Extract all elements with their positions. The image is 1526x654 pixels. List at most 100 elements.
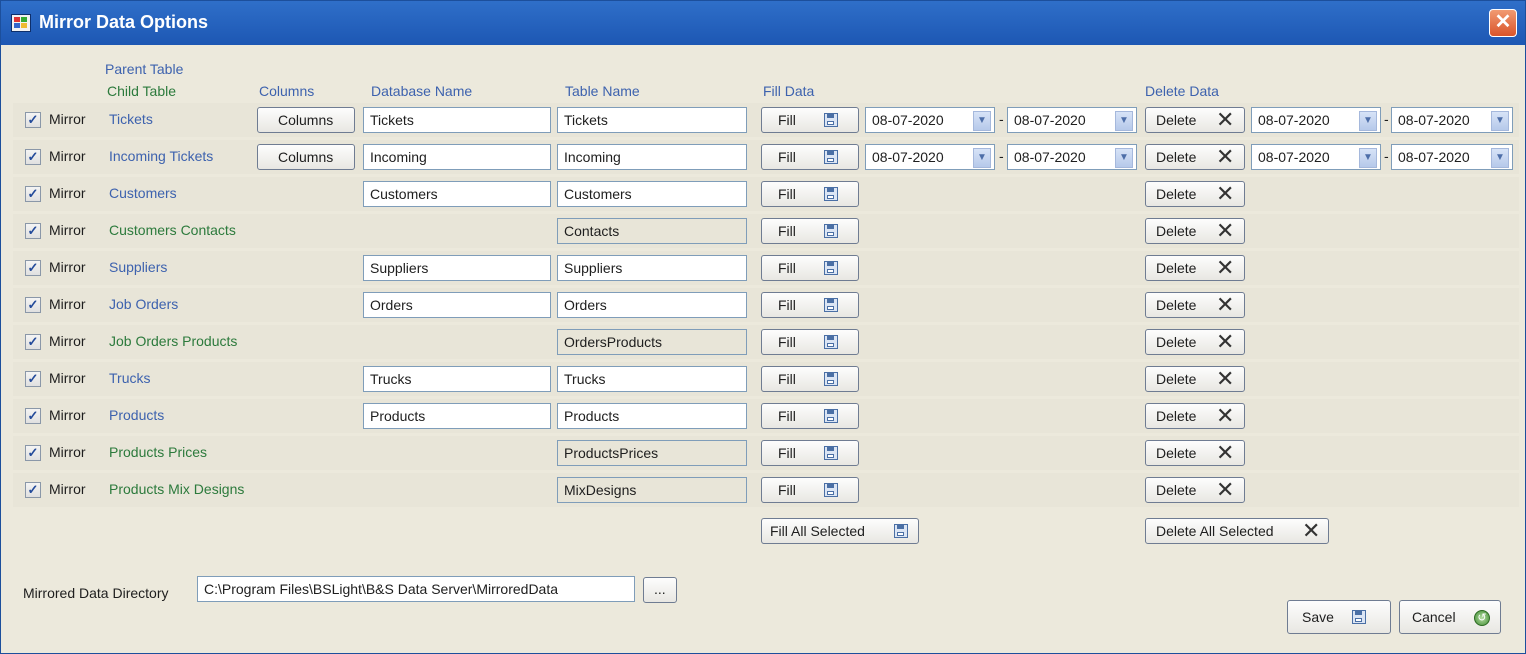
delete-button[interactable]: Delete ✕ bbox=[1145, 181, 1245, 207]
mirror-checkbox[interactable]: ✓ bbox=[25, 371, 41, 387]
fill-from-date-picker[interactable]: 08-07-2020 ▼ bbox=[865, 107, 995, 133]
x-icon: ✕ bbox=[1216, 107, 1235, 132]
table-name-input[interactable]: Trucks bbox=[557, 366, 747, 392]
chevron-down-icon[interactable]: ▼ bbox=[1491, 148, 1509, 168]
fill-button-label: Fill bbox=[778, 408, 796, 424]
mirror-checkbox[interactable]: ✓ bbox=[25, 112, 41, 128]
fill-button[interactable]: Fill bbox=[761, 477, 859, 503]
fill-to-date-picker[interactable]: 08-07-2020 ▼ bbox=[1007, 144, 1137, 170]
fill-button[interactable]: Fill bbox=[761, 181, 859, 207]
mirror-checkbox[interactable]: ✓ bbox=[25, 482, 41, 498]
mirror-checkbox[interactable]: ✓ bbox=[25, 445, 41, 461]
fill-button[interactable]: Fill bbox=[761, 144, 859, 170]
delete-to-date-picker[interactable]: 08-07-2020 ▼ bbox=[1391, 144, 1513, 170]
fill-from-date: 08-07-2020 bbox=[872, 112, 944, 128]
mirror-checkbox[interactable]: ✓ bbox=[25, 408, 41, 424]
database-name-input[interactable]: Tickets bbox=[363, 107, 551, 133]
save-button[interactable]: Save bbox=[1287, 600, 1391, 634]
fill-button[interactable]: Fill bbox=[761, 255, 859, 281]
database-name-value: Orders bbox=[370, 297, 413, 313]
database-name-input[interactable]: Trucks bbox=[363, 366, 551, 392]
delete-from-date: 08-07-2020 bbox=[1258, 149, 1330, 165]
table-name-input[interactable]: ProductsPrices bbox=[557, 440, 747, 466]
delete-button[interactable]: Delete ✕ bbox=[1145, 255, 1245, 281]
delete-button-label: Delete bbox=[1156, 334, 1197, 350]
fill-button[interactable]: Fill bbox=[761, 440, 859, 466]
fill-button[interactable]: Fill bbox=[761, 218, 859, 244]
columns-button[interactable]: Columns bbox=[257, 144, 355, 170]
table-name-input[interactable]: Suppliers bbox=[557, 255, 747, 281]
fill-button[interactable]: Fill bbox=[761, 292, 859, 318]
database-name-input[interactable]: Orders bbox=[363, 292, 551, 318]
delete-button[interactable]: Delete ✕ bbox=[1145, 218, 1245, 244]
chevron-down-icon[interactable]: ▼ bbox=[1115, 111, 1133, 131]
cancel-button[interactable]: Cancel ↺ bbox=[1399, 600, 1501, 634]
fill-all-selected-button[interactable]: Fill All Selected bbox=[761, 518, 919, 544]
table-name-input[interactable]: Contacts bbox=[557, 218, 747, 244]
database-name-input[interactable]: Customers bbox=[363, 181, 551, 207]
title-bar[interactable]: Mirror Data Options ✕ bbox=[1, 1, 1525, 45]
fill-button[interactable]: Fill bbox=[761, 403, 859, 429]
mirror-checkbox[interactable]: ✓ bbox=[25, 186, 41, 202]
database-name-input[interactable]: Incoming bbox=[363, 144, 551, 170]
delete-button[interactable]: Delete ✕ bbox=[1145, 292, 1245, 318]
delete-from-date-picker[interactable]: 08-07-2020 ▼ bbox=[1251, 107, 1381, 133]
database-name-input[interactable]: Products bbox=[363, 403, 551, 429]
table-row: ✓ Mirror Customers Contacts Contacts Fill Del… bbox=[13, 214, 1519, 248]
table-name-input[interactable]: Products bbox=[557, 403, 747, 429]
database-name-value: Incoming bbox=[370, 149, 427, 165]
table-display-name: Products Prices bbox=[109, 444, 208, 460]
date-separator: - bbox=[1384, 148, 1389, 164]
mirror-checkbox[interactable]: ✓ bbox=[25, 334, 41, 350]
table-name-input[interactable]: OrdersProducts bbox=[557, 329, 747, 355]
browse-button[interactable]: ... bbox=[643, 577, 677, 603]
database-name-input[interactable]: Suppliers bbox=[363, 255, 551, 281]
mirror-checkbox[interactable]: ✓ bbox=[25, 149, 41, 165]
close-icon: ✕ bbox=[1494, 11, 1512, 33]
chevron-down-icon[interactable]: ▼ bbox=[1115, 148, 1133, 168]
delete-button[interactable]: Delete ✕ bbox=[1145, 366, 1245, 392]
chevron-down-icon[interactable]: ▼ bbox=[973, 148, 991, 168]
delete-button[interactable]: Delete ✕ bbox=[1145, 403, 1245, 429]
table-name-value: Tickets bbox=[564, 112, 608, 128]
delete-to-date-picker[interactable]: 08-07-2020 ▼ bbox=[1391, 107, 1513, 133]
mirror-checkbox[interactable]: ✓ bbox=[25, 223, 41, 239]
mirror-checkbox[interactable]: ✓ bbox=[25, 297, 41, 313]
table-name-input[interactable]: MixDesigns bbox=[557, 477, 747, 503]
save-floppy-icon bbox=[824, 187, 838, 201]
columns-button[interactable]: Columns bbox=[257, 107, 355, 133]
delete-button[interactable]: Delete ✕ bbox=[1145, 144, 1245, 170]
delete-button[interactable]: Delete ✕ bbox=[1145, 440, 1245, 466]
fill-button[interactable]: Fill bbox=[761, 366, 859, 392]
table-name-input[interactable]: Incoming bbox=[557, 144, 747, 170]
delete-button-label: Delete bbox=[1156, 149, 1197, 165]
mirror-label: Mirror bbox=[49, 111, 86, 127]
x-icon: ✕ bbox=[1216, 440, 1235, 465]
close-button[interactable]: ✕ bbox=[1489, 9, 1517, 37]
chevron-down-icon[interactable]: ▼ bbox=[1359, 148, 1377, 168]
table-row: ✓ Mirror Tickets Columns Tickets Tickets Fill 0… bbox=[13, 103, 1519, 137]
chevron-down-icon[interactable]: ▼ bbox=[1359, 111, 1377, 131]
mirror-label: Mirror bbox=[49, 185, 86, 201]
mirror-checkbox[interactable]: ✓ bbox=[25, 260, 41, 276]
table-name-input[interactable]: Orders bbox=[557, 292, 747, 318]
chevron-down-icon[interactable]: ▼ bbox=[1491, 111, 1509, 131]
fill-button[interactable]: Fill bbox=[761, 329, 859, 355]
delete-button[interactable]: Delete ✕ bbox=[1145, 329, 1245, 355]
fill-button[interactable]: Fill bbox=[761, 107, 859, 133]
mirrored-data-directory-label: Mirrored Data Directory bbox=[23, 585, 169, 601]
mirrored-data-directory-input[interactable]: C:\Program Files\BSLight\B&S Data Server… bbox=[197, 576, 635, 602]
x-icon: ✕ bbox=[1216, 255, 1235, 280]
table-name-input[interactable]: Tickets bbox=[557, 107, 747, 133]
delete-button[interactable]: Delete ✕ bbox=[1145, 107, 1245, 133]
x-icon: ✕ bbox=[1216, 144, 1235, 169]
delete-all-selected-button[interactable]: Delete All Selected ✕ bbox=[1145, 518, 1329, 544]
delete-from-date-picker[interactable]: 08-07-2020 ▼ bbox=[1251, 144, 1381, 170]
fill-button-label: Fill bbox=[778, 445, 796, 461]
table-name-input[interactable]: Customers bbox=[557, 181, 747, 207]
fill-to-date: 08-07-2020 bbox=[1014, 112, 1086, 128]
delete-button[interactable]: Delete ✕ bbox=[1145, 477, 1245, 503]
chevron-down-icon[interactable]: ▼ bbox=[973, 111, 991, 131]
fill-from-date-picker[interactable]: 08-07-2020 ▼ bbox=[865, 144, 995, 170]
fill-to-date-picker[interactable]: 08-07-2020 ▼ bbox=[1007, 107, 1137, 133]
